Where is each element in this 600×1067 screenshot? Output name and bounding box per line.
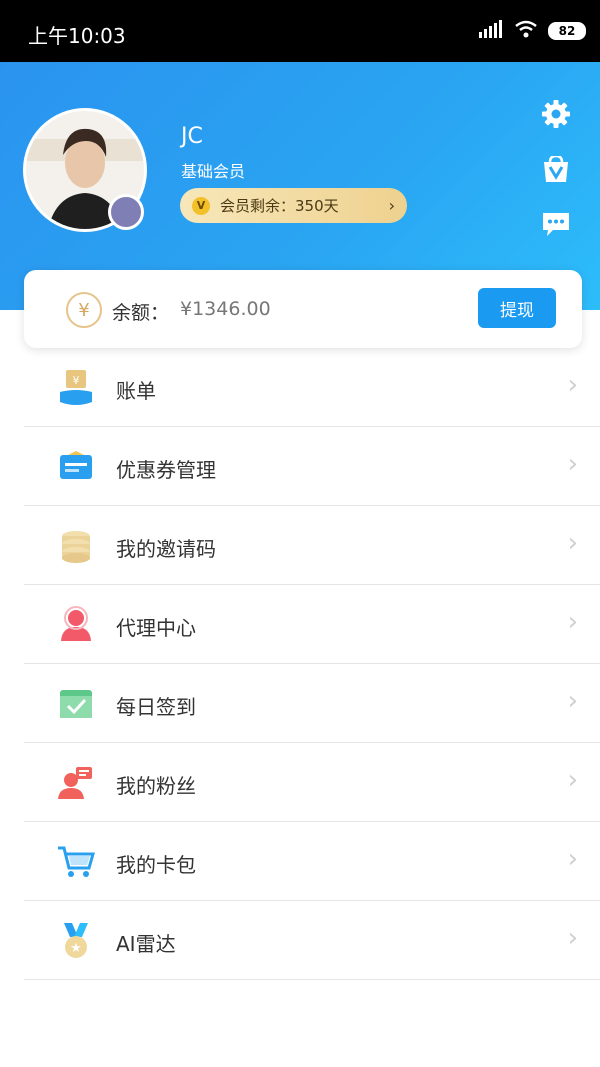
menu-list: ¥ 账单 › 优惠券管理 › 我的邀请码 › 代理中心 › 每日签到 › 我的粉… [24,348,600,980]
member-level: 基础会员 [181,162,246,181]
chevron-right-icon: › [567,923,578,953]
menu-item-label: 代理中心 [116,616,196,640]
menu-item-card-wallet[interactable]: 我的卡包 › [24,822,600,901]
menu-item-agent-center[interactable]: 代理中心 › [24,585,600,664]
message-icon[interactable] [536,204,576,244]
username: JC [181,124,203,149]
balance-value: ¥1346.00 [180,298,271,320]
menu-item-label: AI雷达 [116,932,176,956]
vip-shop-icon[interactable] [536,150,576,190]
chevron-right-icon: › [388,196,395,215]
menu-item-label: 优惠券管理 [116,458,216,482]
chevron-right-icon: › [567,370,578,400]
coupon-icon [56,447,96,487]
svg-text:★: ★ [70,941,82,956]
calendar-check-icon [56,684,96,724]
membership-remaining-text: 会员剩余：350天 [220,197,339,215]
battery-indicator: 82 [548,22,586,40]
gear-icon[interactable] [536,94,576,134]
chevron-right-icon: › [567,844,578,874]
chevron-right-icon: › [567,449,578,479]
menu-item-label: 我的粉丝 [116,774,196,798]
cart-icon [56,842,96,882]
menu-item-label: 我的卡包 [116,853,196,877]
menu-item-label: 账单 [116,379,156,403]
yen-icon: ¥ [66,292,102,328]
status-indicators: 82 [478,20,586,42]
menu-item-coupon[interactable]: 优惠券管理 › [24,427,600,506]
fans-icon [56,763,96,803]
menu-item-invite-code[interactable]: 我的邀请码 › [24,506,600,585]
chevron-right-icon: › [567,528,578,558]
membership-remaining-button[interactable]: V 会员剩余：350天 › [180,188,407,223]
svg-text:¥: ¥ [73,374,80,387]
coins-icon [56,526,96,566]
avatar-status-badge [108,194,144,230]
menu-item-daily-checkin[interactable]: 每日签到 › [24,664,600,743]
balance-label: 余额： [112,302,170,324]
signal-icon [478,20,504,42]
status-time: 上午10:03 [28,24,126,48]
bill-icon: ¥ [56,368,96,408]
menu-item-fans[interactable]: 我的粉丝 › [24,743,600,822]
balance-card: ¥ 余额： ¥1346.00 提现 [24,270,582,348]
menu-item-label: 我的邀请码 [116,537,216,561]
chevron-right-icon: › [567,765,578,795]
chevron-right-icon: › [567,686,578,716]
vip-icon: V [192,196,210,215]
chevron-right-icon: › [567,607,578,637]
withdraw-button[interactable]: 提现 [478,288,556,328]
wifi-icon [514,20,538,42]
status-bar: 上午10:03 82 [0,0,600,62]
medal-icon: ★ [56,921,96,961]
agent-icon [56,605,96,645]
menu-item-bill[interactable]: ¥ 账单 › [24,348,600,427]
menu-item-ai-radar[interactable]: ★ AI雷达 › [24,901,600,980]
menu-item-label: 每日签到 [116,695,196,719]
